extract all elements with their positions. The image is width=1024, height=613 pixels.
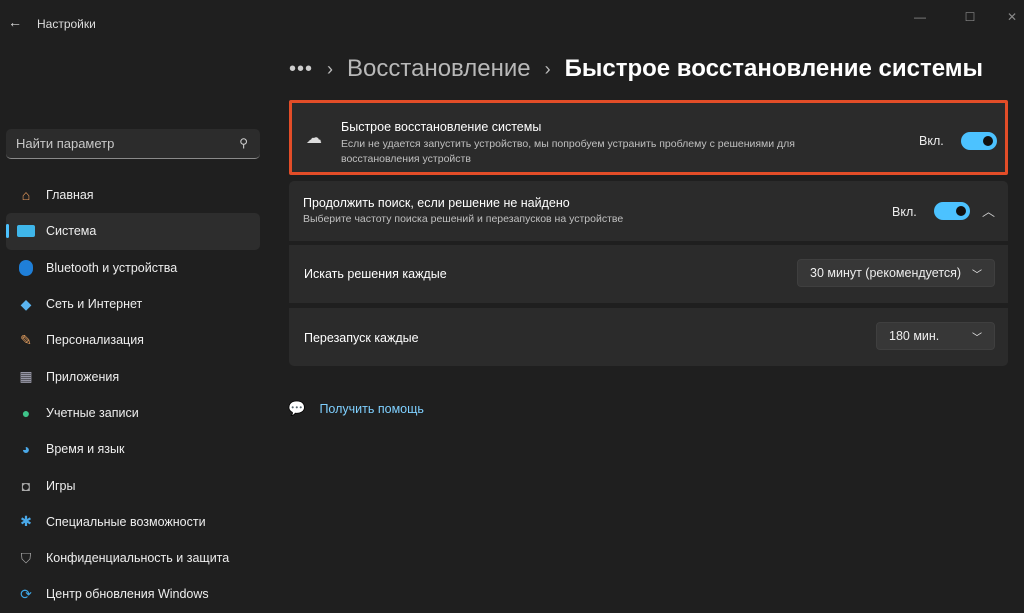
accessibility-icon: ✱ — [20, 513, 32, 530]
breadcrumb-parent[interactable]: Восстановление — [347, 55, 531, 83]
sidebar-item-label: Центр обновления Windows — [46, 587, 209, 602]
sidebar-item-privacy[interactable]: ⛉ Конфиденциальность и защита — [6, 540, 260, 576]
title-bar: ← Настройки — ☐ ✕ — [0, 0, 1024, 44]
search-every-dropdown[interactable]: 30 минут (рекомендуется) ﹀ — [797, 259, 995, 287]
back-arrow-icon[interactable]: ← — [8, 14, 22, 30]
gamepad-icon: ◘ — [21, 477, 31, 494]
restart-every-dropdown[interactable]: 180 мин. ﹀ — [876, 322, 995, 350]
help-icon: 💬 — [288, 400, 306, 416]
sidebar-item-label: Приложения — [46, 369, 120, 384]
sidebar-item-windows-update[interactable]: ⟳ Центр обновления Windows — [6, 576, 260, 612]
chevron-down-icon: ﹀ — [972, 332, 982, 344]
sidebar-item-label: Время и язык — [46, 442, 125, 457]
get-help-label[interactable]: Получить помощь — [319, 402, 423, 416]
monitor-icon — [16, 222, 36, 240]
sidebar-item-gaming[interactable]: ◘ Игры — [6, 467, 260, 503]
restart-every-row: Перезапуск каждые 180 мин. ﹀ — [289, 308, 1008, 366]
chevron-right-icon: › — [544, 58, 551, 79]
sidebar-item-system[interactable]: Система — [6, 213, 260, 250]
sidebar-item-bluetooth[interactable]: Bluetooth и устройства — [6, 250, 260, 286]
quick-recovery-state: Вкл. — [919, 134, 944, 148]
chevron-right-icon: › — [327, 58, 334, 79]
continue-search-state: Вкл. — [892, 205, 917, 219]
chevron-up-icon[interactable]: ︿ — [982, 201, 995, 220]
sidebar-item-accessibility[interactable]: ✱ Специальные возможности — [6, 504, 260, 540]
cloud-icon: ☁ — [306, 130, 322, 147]
sidebar-item-label: Сеть и Интернет — [46, 297, 143, 312]
get-help-link[interactable]: 💬 Получить помощь — [288, 400, 424, 417]
quick-recovery-toggle[interactable] — [961, 132, 997, 150]
continue-search-description: Выберите частоту поиска решений и переза… — [303, 213, 624, 225]
person-icon: ● — [21, 404, 31, 421]
sidebar-item-label: Система — [46, 224, 97, 239]
breadcrumb-more[interactable]: ••• — [289, 58, 313, 81]
sidebar-item-label: Конфиденциальность и защита — [46, 551, 230, 566]
restart-every-label: Перезапуск каждые — [304, 331, 419, 345]
sidebar-item-time-language[interactable]: ◕ Время и язык — [6, 431, 260, 467]
sidebar-item-apps[interactable]: ▦ Приложения — [6, 358, 260, 394]
search-every-row: Искать решения каждые 30 минут (рекоменд… — [289, 245, 1008, 303]
maximize-icon[interactable]: ☐ — [960, 10, 980, 24]
sidebar-item-network[interactable]: ◆ Сеть и Интернет — [6, 286, 260, 322]
search-every-label: Искать решения каждые — [304, 267, 447, 281]
search-icon[interactable]: ⚲ — [239, 136, 248, 150]
continue-search-toggle[interactable] — [934, 202, 970, 220]
search-box[interactable]: ⚲ — [6, 129, 260, 159]
update-icon: ⟳ — [20, 585, 32, 602]
minimize-icon[interactable]: — — [910, 10, 930, 24]
close-icon[interactable]: ✕ — [1002, 10, 1022, 24]
sidebar-item-label: Bluetooth и устройства — [46, 260, 178, 275]
wifi-icon: ◆ — [20, 295, 32, 312]
app-title: Настройки — [37, 17, 96, 31]
sidebar-nav: ⌂ Главная Система Bluetooth и устройства … — [6, 177, 260, 613]
sidebar-item-label: Специальные возможности — [46, 514, 206, 529]
search-every-value: 30 минут (рекомендуется) — [810, 266, 962, 280]
sidebar-item-home[interactable]: ⌂ Главная — [6, 177, 260, 213]
apps-icon: ▦ — [19, 368, 33, 385]
home-icon: ⌂ — [21, 187, 31, 204]
sidebar-item-accounts[interactable]: ● Учетные записи — [6, 395, 260, 431]
sidebar-item-label: Персонализация — [46, 333, 144, 348]
globe-icon: ◕ — [21, 441, 31, 458]
quick-recovery-title: Быстрое восстановление системы — [341, 120, 542, 134]
sidebar-item-label: Главная — [46, 188, 94, 203]
sidebar-item-label: Игры — [46, 478, 76, 493]
restart-every-value: 180 мин. — [889, 329, 940, 343]
continue-search-title: Продолжить поиск, если решение не найден… — [303, 196, 570, 210]
chevron-down-icon: ﹀ — [972, 269, 982, 281]
search-input[interactable] — [6, 129, 226, 158]
brush-icon: ✎ — [20, 331, 32, 348]
quick-recovery-description: Если не удается запустить устройство, мы… — [341, 138, 795, 165]
bluetooth-icon — [16, 259, 36, 277]
quick-recovery-card: ☁ Быстрое восстановление системы Если не… — [289, 100, 1008, 175]
shield-icon: ⛉ — [20, 549, 32, 566]
sidebar-item-personalization[interactable]: ✎ Персонализация — [6, 322, 260, 358]
sidebar-item-label: Учетные записи — [46, 405, 139, 420]
page-title: Быстрое восстановление системы — [564, 55, 983, 82]
continue-search-card[interactable]: Продолжить поиск, если решение не найден… — [289, 181, 1008, 241]
breadcrumb: ••• › Восстановление › Быстрое восстанов… — [289, 55, 983, 83]
